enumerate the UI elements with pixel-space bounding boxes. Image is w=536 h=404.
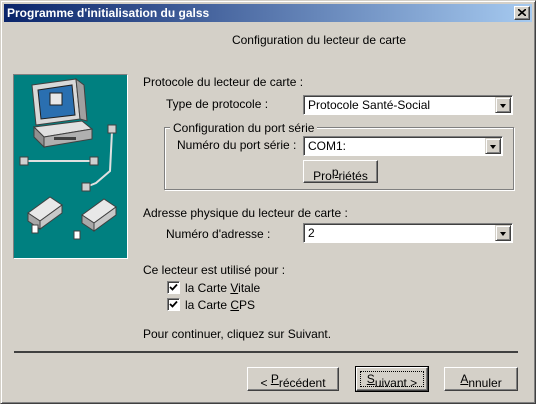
close-icon bbox=[518, 9, 526, 16]
previous-button[interactable]: < Précédent bbox=[247, 367, 339, 391]
address-section-label: Adresse physique du lecteur de carte : bbox=[143, 206, 348, 220]
page-subtitle: Configuration du lecteur de carte bbox=[231, 33, 407, 47]
protocol-type-value: Protocole Santé-Social bbox=[308, 98, 431, 112]
previous-label-post: récédent bbox=[278, 376, 326, 390]
checkmark-icon bbox=[169, 283, 178, 291]
cps-label-post: PS bbox=[239, 298, 256, 312]
cps-checkbox-label[interactable]: la Carte CPS bbox=[185, 298, 255, 312]
next-label-accel: S bbox=[366, 372, 375, 386]
next-button[interactable]: Suivant > bbox=[355, 366, 429, 392]
properties-label-post: riétés bbox=[338, 169, 368, 183]
properties-label-pre: Pro bbox=[313, 169, 332, 183]
serial-port-group-label: Configuration du port série bbox=[170, 121, 318, 135]
chevron-down-icon[interactable] bbox=[495, 225, 511, 241]
serial-port-label: Numéro du port série : bbox=[177, 138, 297, 152]
vitale-label-post: itale bbox=[238, 281, 261, 295]
vitale-label-pre: la Carte bbox=[185, 281, 231, 295]
properties-label-accel: p bbox=[331, 165, 339, 179]
cps-label-pre: la Carte bbox=[185, 298, 231, 312]
next-label-post: uivant > bbox=[374, 376, 418, 390]
address-number-label: Numéro d'adresse : bbox=[166, 227, 271, 241]
cps-label-accel: C bbox=[230, 298, 240, 312]
usage-section-label: Ce lecteur est utilisé pour : bbox=[143, 263, 286, 277]
chevron-down-icon[interactable] bbox=[495, 97, 511, 113]
card-reader-illustration bbox=[13, 74, 128, 259]
continue-instruction: Pour continuer, cliquez sur Suivant. bbox=[143, 327, 332, 341]
properties-button[interactable]: Propriétés bbox=[303, 160, 378, 183]
protocol-type-label: Type de protocole : bbox=[166, 97, 269, 111]
serial-port-value: COM1: bbox=[308, 139, 347, 153]
cancel-button[interactable]: Annuler bbox=[444, 367, 518, 391]
address-number-value: 2 bbox=[308, 226, 315, 240]
vitale-checkbox-label[interactable]: la Carte Vitale bbox=[185, 281, 260, 295]
previous-label-pre: < bbox=[260, 376, 271, 390]
setup-dialog: Programme d'initialisation du galss Conf… bbox=[0, 0, 536, 404]
title-bar: Programme d'initialisation du galss bbox=[4, 4, 532, 22]
checkmark-icon bbox=[169, 300, 178, 308]
previous-label-accel: P bbox=[270, 372, 279, 386]
separator bbox=[14, 351, 518, 353]
window-title: Programme d'initialisation du galss bbox=[7, 6, 210, 20]
vitale-label-accel: V bbox=[230, 281, 239, 295]
close-button[interactable] bbox=[514, 6, 530, 20]
cps-checkbox[interactable] bbox=[167, 298, 180, 311]
chevron-down-icon[interactable] bbox=[485, 138, 501, 154]
address-number-select[interactable]: 2 bbox=[303, 223, 513, 243]
serial-port-select[interactable]: COM1: bbox=[303, 136, 503, 156]
vitale-checkbox[interactable] bbox=[167, 281, 180, 294]
computer-card-reader-icon bbox=[19, 77, 117, 240]
protocol-section-label: Protocole du lecteur de carte : bbox=[143, 75, 304, 89]
cancel-label-post: nnuler bbox=[468, 376, 502, 390]
protocol-type-select[interactable]: Protocole Santé-Social bbox=[303, 95, 513, 115]
